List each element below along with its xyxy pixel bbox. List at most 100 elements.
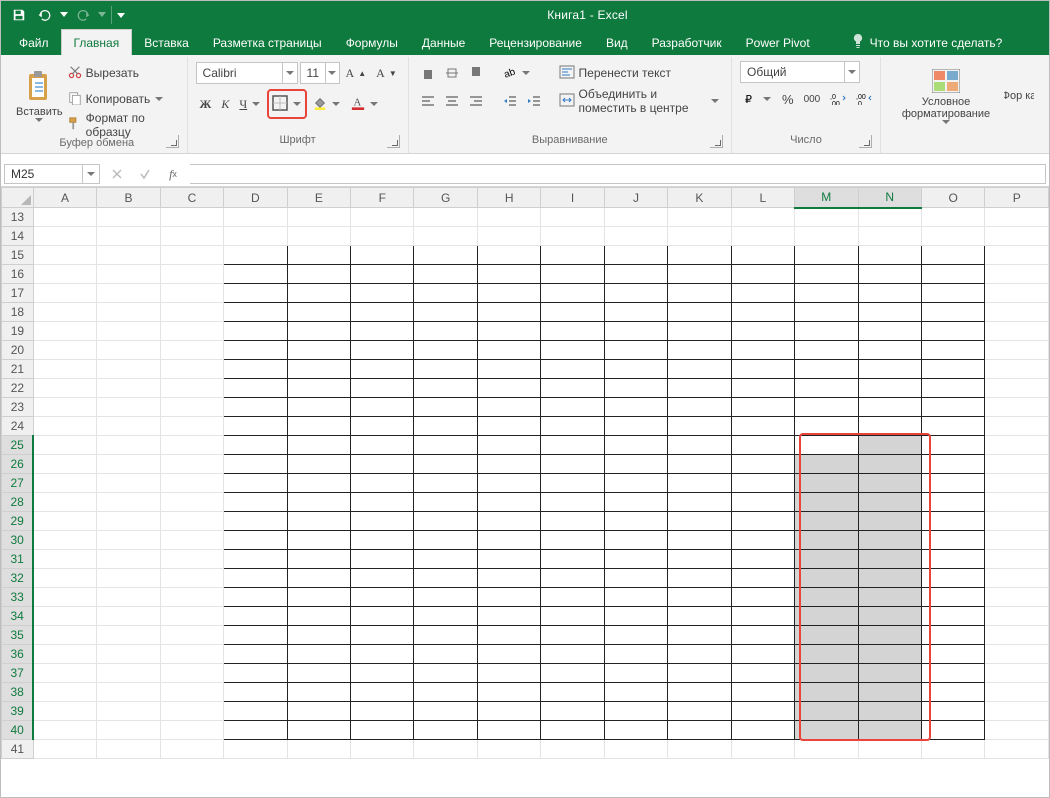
cell[interactable] [795,645,858,664]
cell[interactable] [414,664,477,683]
cell[interactable] [985,398,1049,417]
cell[interactable] [160,588,223,607]
cell[interactable] [477,474,540,493]
cell[interactable] [795,341,858,360]
cell[interactable] [33,417,96,436]
cell[interactable] [668,512,731,531]
cell[interactable] [858,721,921,740]
cell[interactable] [604,436,667,455]
column-header[interactable]: O [921,188,984,208]
cell[interactable] [858,379,921,398]
cell[interactable] [97,493,160,512]
cell[interactable] [224,550,287,569]
cell[interactable] [604,398,667,417]
cell[interactable] [351,645,414,664]
cell[interactable] [160,436,223,455]
cell[interactable] [858,512,921,531]
align-center-icon[interactable] [441,89,463,113]
cell[interactable] [985,721,1049,740]
cell[interactable] [351,265,414,284]
percent-format-icon[interactable]: % [778,87,798,111]
cell[interactable] [668,208,731,227]
cell[interactable] [414,474,477,493]
cell[interactable] [224,322,287,341]
cell[interactable] [287,512,350,531]
font-name-combo[interactable]: Calibri [196,62,298,84]
cell[interactable] [351,740,414,759]
cell[interactable] [795,208,858,227]
cell[interactable] [985,664,1049,683]
cell[interactable] [351,588,414,607]
cell[interactable] [921,227,984,246]
tab-developer[interactable]: Разработчик [640,30,734,55]
cell[interactable] [477,455,540,474]
cell[interactable] [668,588,731,607]
cell[interactable] [33,588,96,607]
cell[interactable] [351,341,414,360]
tab-data[interactable]: Данные [410,30,477,55]
cell[interactable] [858,702,921,721]
cell[interactable] [795,702,858,721]
cell[interactable] [414,417,477,436]
cell[interactable] [351,303,414,322]
cell[interactable] [858,341,921,360]
cell[interactable] [33,683,96,702]
cell[interactable] [33,379,96,398]
cell[interactable] [477,360,540,379]
cell[interactable] [985,246,1049,265]
cell[interactable] [541,664,604,683]
cell[interactable] [985,702,1049,721]
cell[interactable] [33,360,96,379]
cell[interactable] [33,246,96,265]
cell[interactable] [795,512,858,531]
cell[interactable] [351,322,414,341]
cell[interactable] [287,246,350,265]
cell[interactable] [731,208,794,227]
cell[interactable] [477,721,540,740]
cell[interactable] [858,303,921,322]
cell[interactable] [160,550,223,569]
cell[interactable] [351,474,414,493]
row-header[interactable]: 36 [2,645,34,664]
cell[interactable] [668,569,731,588]
cell[interactable] [224,208,287,227]
cell[interactable] [858,284,921,303]
column-header[interactable]: H [477,188,540,208]
cell[interactable] [351,417,414,436]
cell[interactable] [351,607,414,626]
cell[interactable] [668,550,731,569]
cell[interactable] [224,702,287,721]
cell[interactable] [33,721,96,740]
cell[interactable] [414,379,477,398]
cell[interactable] [668,474,731,493]
cell[interactable] [731,512,794,531]
cell[interactable] [668,626,731,645]
cell[interactable] [668,436,731,455]
merge-center-button[interactable]: Объединить и поместить в центре [555,89,723,113]
cell[interactable] [33,664,96,683]
decrease-indent-icon[interactable] [499,89,521,113]
cell[interactable] [604,284,667,303]
cell[interactable] [33,455,96,474]
cell[interactable] [97,360,160,379]
column-header[interactable]: P [985,188,1049,208]
cell[interactable] [668,284,731,303]
italic-button[interactable]: К [217,92,233,116]
cell[interactable] [477,683,540,702]
cell[interactable] [985,265,1049,284]
cell[interactable] [668,360,731,379]
cell[interactable] [224,512,287,531]
cell[interactable] [224,740,287,759]
cell[interactable] [351,208,414,227]
cell[interactable] [160,322,223,341]
cell[interactable] [224,493,287,512]
cell[interactable] [97,379,160,398]
cell[interactable] [97,683,160,702]
cell[interactable] [731,227,794,246]
cell[interactable] [33,702,96,721]
cell[interactable] [351,455,414,474]
cell[interactable] [985,303,1049,322]
format-painter-button[interactable]: Формат по образцу [64,113,179,137]
cancel-icon[interactable] [103,163,131,185]
cell[interactable] [287,721,350,740]
